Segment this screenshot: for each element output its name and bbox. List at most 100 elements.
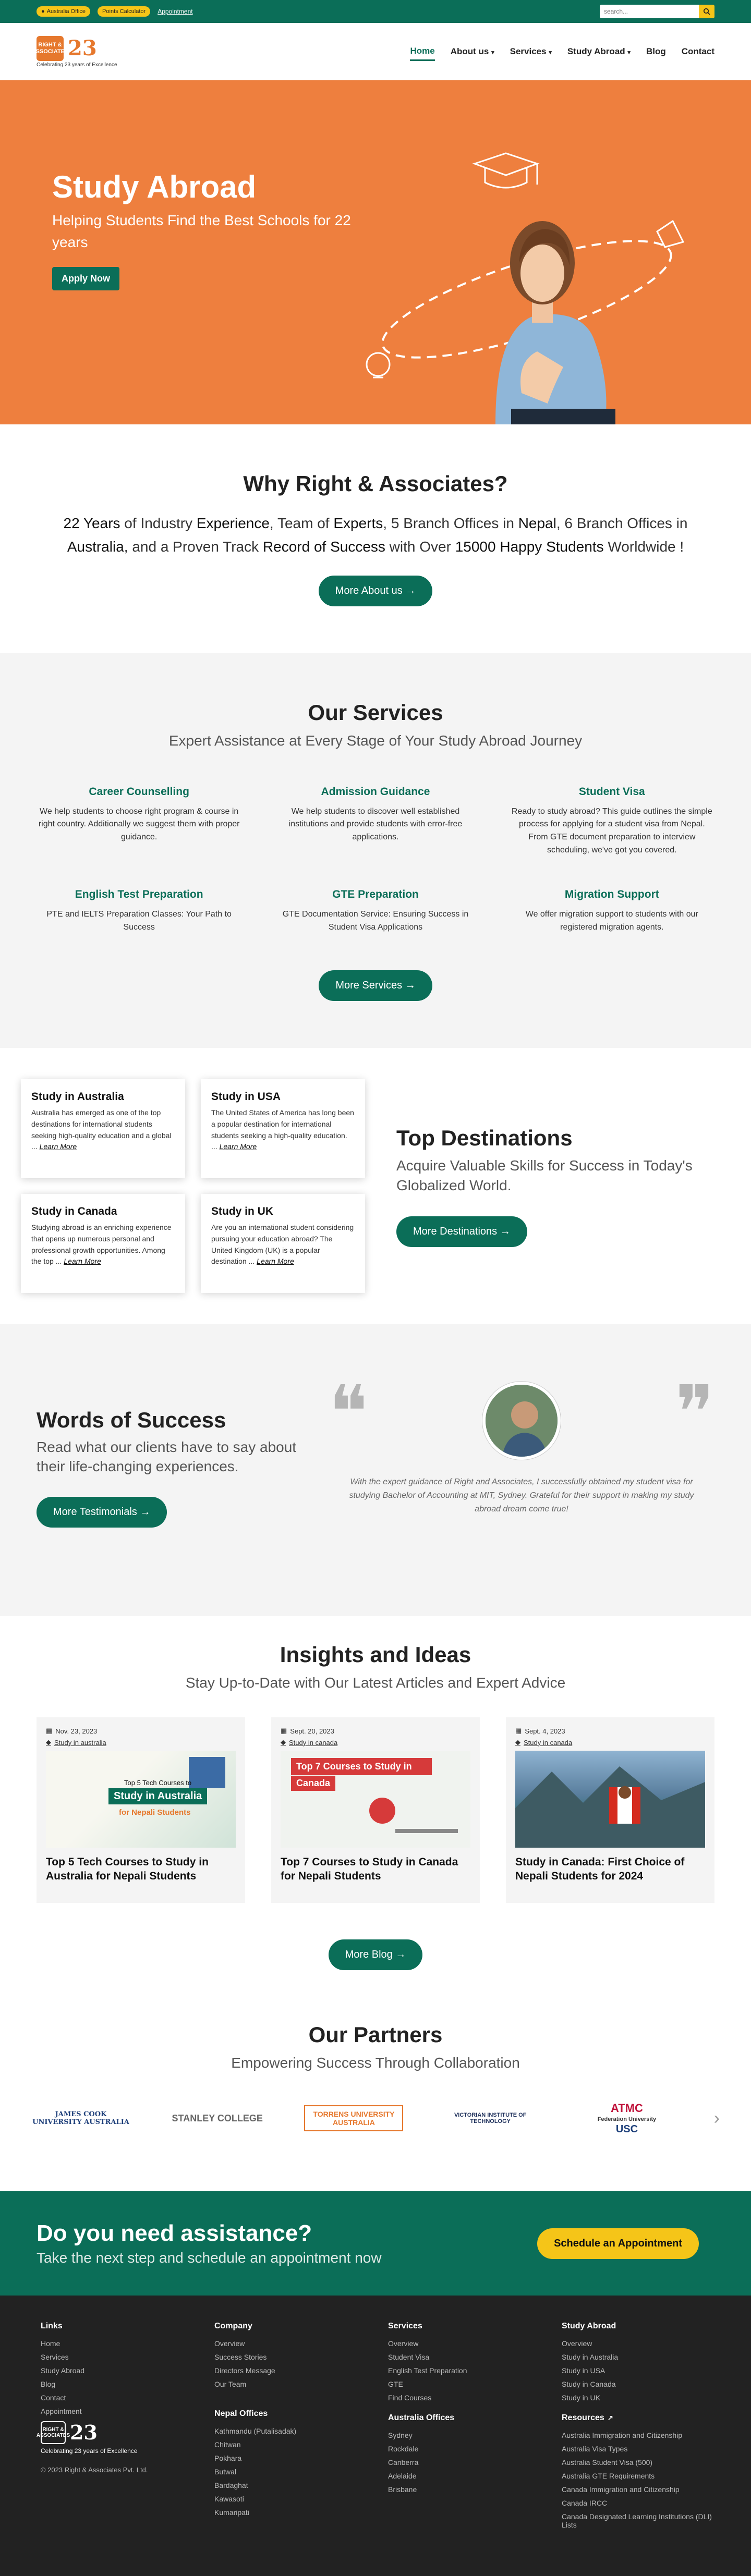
footer-link[interactable]: Australia Visa Types: [562, 2445, 714, 2453]
learn-more-link[interactable]: Learn More: [40, 1142, 77, 1151]
footer-link[interactable]: Services: [41, 2353, 193, 2361]
learn-more-link[interactable]: Learn More: [257, 1257, 294, 1265]
footer-link[interactable]: Kawasoti: [214, 2495, 367, 2503]
more-services-button[interactable]: More Services →: [319, 970, 432, 1002]
learn-more-link[interactable]: Learn More: [220, 1142, 257, 1151]
footer-link[interactable]: Australia Student Visa (500): [562, 2458, 714, 2467]
footer-link[interactable]: Chitwan: [214, 2440, 367, 2449]
arrow-right-icon: →: [140, 1506, 151, 1518]
site-logo[interactable]: RIGHT & ASSOCIATES 23 Celebrating 23 yea…: [32, 35, 117, 68]
footer-link[interactable]: Our Team: [214, 2380, 367, 2388]
learn-more-link[interactable]: Learn More: [64, 1257, 101, 1265]
footer-link[interactable]: Australia GTE Requirements: [562, 2472, 714, 2480]
blog-tag-link[interactable]: Study in canada: [289, 1739, 337, 1747]
footer-nepal-offices-column: Nepal Offices Kathmandu (Putalisadak) Ch…: [214, 2409, 367, 2517]
footer-link[interactable]: Canada IRCC: [562, 2499, 714, 2507]
footer-link[interactable]: Study Abroad: [41, 2366, 193, 2375]
footer-link[interactable]: Kathmandu (Putalisadak): [214, 2427, 367, 2435]
footer-link[interactable]: Canada Designated Learning Institutions …: [562, 2512, 714, 2529]
partner-logo[interactable]: STANLEY COLLEGE: [168, 2097, 267, 2139]
footer-study-abroad-column: Study Abroad Overview Study in Australia…: [562, 2322, 714, 2402]
footer-services-column: Services Overview Student Visa English T…: [388, 2322, 541, 2402]
footer-link[interactable]: Sydney: [388, 2431, 541, 2439]
service-card[interactable]: Admission Guidance We help students to di…: [273, 786, 478, 857]
footer-link[interactable]: Overview: [388, 2339, 541, 2348]
partner-logo[interactable]: TORRENS UNIVERSITY AUSTRALIA: [304, 2105, 404, 2132]
footer-link[interactable]: Study in USA: [562, 2366, 714, 2375]
destinations-title: Top Destinations: [396, 1126, 573, 1151]
footer-link[interactable]: Study in Canada: [562, 2380, 714, 2388]
more-blog-button[interactable]: More Blog →: [328, 1939, 423, 1971]
search-input[interactable]: [600, 5, 699, 18]
footer-link[interactable]: Overview: [214, 2339, 367, 2348]
destination-card[interactable]: Study in UK Are you an international stud…: [201, 1194, 365, 1293]
blog-title-link[interactable]: Study in Canada: First Choice of Nepali …: [515, 1855, 705, 1884]
more-testimonials-button[interactable]: More Testimonials →: [37, 1497, 167, 1528]
blog-tag-link[interactable]: Study in australia: [54, 1739, 106, 1747]
footer-link[interactable]: Blog: [41, 2380, 193, 2388]
partner-logo[interactable]: JAMES COOK UNIVERSITY AUSTRALIA: [31, 2097, 130, 2139]
arrow-right-icon: →: [500, 1225, 511, 1237]
main-nav: RIGHT & ASSOCIATES 23 Celebrating 23 yea…: [0, 23, 751, 80]
destination-card[interactable]: Study in Australia Australia has emerged …: [21, 1079, 185, 1179]
logo-mark: RIGHT & ASSOCIATES: [32, 35, 68, 61]
footer-link[interactable]: Appointment: [41, 2407, 193, 2415]
blog-title-link[interactable]: Top 5 Tech Courses to Study in Australia…: [46, 1855, 236, 1884]
carousel-next-button[interactable]: ›: [714, 2108, 720, 2129]
footer-link[interactable]: Bardaghat: [214, 2481, 367, 2489]
schedule-appointment-button[interactable]: Schedule an Appointment: [537, 2228, 699, 2259]
apply-now-button[interactable]: Apply Now: [52, 267, 119, 290]
footer-link[interactable]: Study in UK: [562, 2394, 714, 2402]
nav-item-study-abroad[interactable]: Study Abroad ▾: [567, 43, 631, 60]
footer-link[interactable]: English Test Preparation: [388, 2366, 541, 2375]
footer-link[interactable]: Canada Immigration and Citizenship: [562, 2485, 714, 2494]
footer-link[interactable]: Find Courses: [388, 2394, 541, 2402]
more-destinations-button[interactable]: More Destinations →: [396, 1216, 527, 1247]
blog-card[interactable]: ▦ Nov. 23, 2023 ◆ Study in australia Top 5…: [37, 1717, 245, 1903]
nav-item-services[interactable]: Services ▾: [510, 43, 552, 60]
footer-link[interactable]: Butwal: [214, 2468, 367, 2476]
partner-logo[interactable]: ATMC Federation University USC: [577, 2097, 676, 2139]
points-calculator-link[interactable]: Points Calculator: [98, 6, 151, 17]
appointment-link[interactable]: Appointment: [158, 8, 192, 15]
footer-link[interactable]: Overview: [562, 2339, 714, 2348]
footer-link[interactable]: Study in Australia: [562, 2353, 714, 2361]
hero-section: Study Abroad Helping Students Find the B…: [0, 80, 751, 424]
blog-card[interactable]: ▦ Sept. 20, 2023 ◆ Study in canada Top 7 C…: [271, 1717, 480, 1903]
footer-link[interactable]: GTE: [388, 2380, 541, 2388]
blog-tag-link[interactable]: Study in canada: [524, 1739, 572, 1747]
nav-item-home[interactable]: Home: [410, 43, 435, 61]
service-card[interactable]: English Test Preparation PTE and IELTS Pr…: [37, 888, 241, 934]
footer-link[interactable]: Student Visa: [388, 2353, 541, 2361]
footer-link[interactable]: Success Stories: [214, 2353, 367, 2361]
service-card[interactable]: Migration Support We offer migration supp…: [510, 888, 714, 934]
partner-logo[interactable]: VICTORIAN INSTITUTE OF TECHNOLOGY: [441, 2097, 540, 2139]
australia-office-link[interactable]: ● Australia Office: [37, 6, 91, 17]
assistance-cta: Do you need assistance? Take the next st…: [0, 2191, 751, 2296]
nav-item-contact[interactable]: Contact: [682, 43, 714, 60]
blog-title-link[interactable]: Top 7 Courses to Study in Canada for Nep…: [281, 1855, 470, 1884]
destination-card[interactable]: Study in Canada Studying abroad is an enr…: [21, 1194, 185, 1293]
service-card[interactable]: Student Visa Ready to study abroad? This …: [510, 786, 714, 857]
footer-link[interactable]: Home: [41, 2339, 193, 2348]
more-about-button[interactable]: More About us →: [318, 575, 433, 606]
footer-link[interactable]: Canberra: [388, 2458, 541, 2467]
location-pin-icon: ●: [41, 8, 45, 15]
footer-link[interactable]: Rockdale: [388, 2445, 541, 2453]
service-card[interactable]: Career Counselling We help students to ch…: [37, 786, 241, 857]
footer-link[interactable]: Pokhara: [214, 2454, 367, 2462]
service-card[interactable]: GTE Preparation GTE Documentation Service…: [273, 888, 478, 934]
footer-link[interactable]: Australia Immigration and Citizenship: [562, 2431, 714, 2439]
tag-icon: ◆: [46, 1738, 51, 1747]
footer-link[interactable]: Kumaripati: [214, 2508, 367, 2517]
destination-card[interactable]: Study in USA The United States of America…: [201, 1079, 365, 1179]
hero-title: Study Abroad: [52, 169, 257, 204]
nav-item-blog[interactable]: Blog: [646, 43, 666, 60]
nav-item-about[interactable]: About us ▾: [451, 43, 494, 60]
footer-link[interactable]: Adelaide: [388, 2472, 541, 2480]
footer-link[interactable]: Brisbane: [388, 2485, 541, 2494]
blog-card[interactable]: ▦ Sept. 4, 2023 ◆ Study in canada Study in…: [506, 1717, 714, 1903]
footer-link[interactable]: Contact: [41, 2394, 193, 2402]
search-button[interactable]: [699, 5, 714, 18]
footer-link[interactable]: Directors Message: [214, 2366, 367, 2375]
